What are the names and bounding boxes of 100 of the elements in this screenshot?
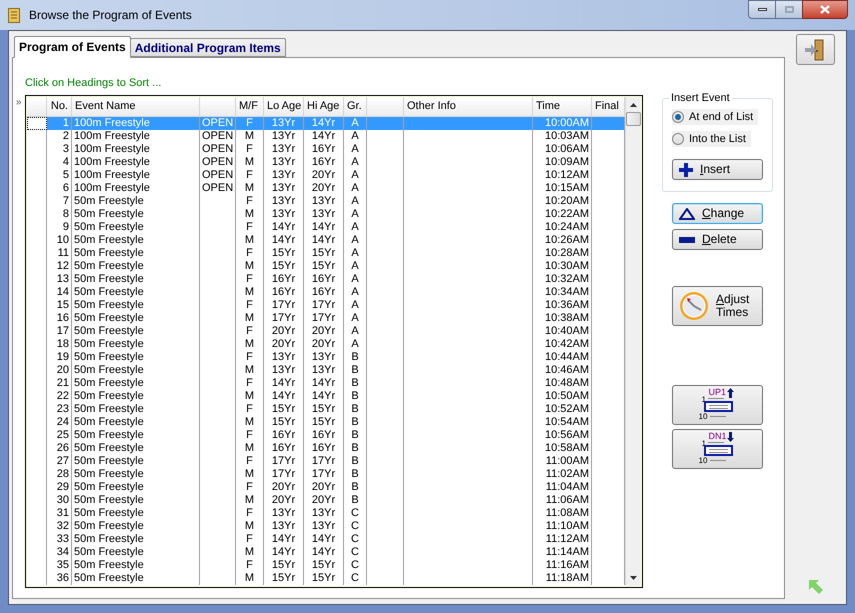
table-row[interactable]: 23 50m Freestyle F 15Yr 15Yr B 10:52AM xyxy=(27,403,625,416)
minus-icon xyxy=(679,236,695,242)
column-header[interactable]: Event Name xyxy=(72,97,200,116)
scroll-down-icon[interactable] xyxy=(630,576,637,580)
table-cell: 17Yr xyxy=(272,468,296,480)
table-cell: 14 xyxy=(56,286,69,298)
table-row[interactable]: 30 50m Freestyle M 20Yr 20Yr B 11:06AM xyxy=(27,494,625,507)
close-button[interactable] xyxy=(802,0,848,19)
table-cell: M xyxy=(244,208,254,220)
table-row[interactable]: 24 50m Freestyle M 15Yr 15Yr B 10:54AM xyxy=(27,416,625,429)
table-row[interactable]: 22 50m Freestyle M 14Yr 14Yr B 10:50AM xyxy=(27,390,625,403)
column-header[interactable]: Lo Age xyxy=(264,97,304,116)
table-cell: B xyxy=(351,455,359,467)
table-row[interactable]: 3 100m Freestyle OPEN F 13Yr 16Yr A 10:06AM xyxy=(27,143,625,156)
table-cell: B xyxy=(351,390,359,402)
column-header[interactable]: Other Info xyxy=(404,97,533,116)
column-header[interactable]: No. xyxy=(47,97,72,116)
radio-option[interactable]: At end of List xyxy=(672,109,758,125)
table-row[interactable]: 20 50m Freestyle M 13Yr 13Yr B 10:46AM xyxy=(27,364,625,377)
table-cell: B xyxy=(351,403,359,415)
table-row[interactable]: 25 50m Freestyle F 16Yr 16Yr B 10:56AM xyxy=(27,429,625,442)
table-cell: A xyxy=(351,247,359,259)
table-row[interactable]: 13 50m Freestyle F 16Yr 16Yr A 10:32AM xyxy=(27,273,625,286)
table-cell: 11:14AM xyxy=(546,546,589,558)
table-cell: 16Yr xyxy=(272,442,296,454)
table-row[interactable]: 32 50m Freestyle M 13Yr 13Yr C 11:10AM xyxy=(27,520,625,533)
scroll-up-icon[interactable] xyxy=(630,103,637,107)
table-cell: 14Yr xyxy=(312,117,336,129)
table-cell: 34 xyxy=(56,546,69,558)
table-row[interactable]: 19 50m Freestyle F 13Yr 13Yr B 10:44AM xyxy=(27,351,625,364)
table-row[interactable]: 14 50m Freestyle M 16Yr 16Yr A 10:34AM xyxy=(27,286,625,299)
column-header[interactable]: Time xyxy=(533,97,592,116)
table-row[interactable]: 35 50m Freestyle F 15Yr 15Yr C 11:16AM xyxy=(27,559,625,572)
adjust-times-button[interactable]: Adjust Times xyxy=(672,286,763,326)
table-row[interactable]: 12 50m Freestyle M 15Yr 15Yr A 10:30AM xyxy=(27,260,625,273)
table-cell: C xyxy=(351,572,359,584)
radio-button[interactable] xyxy=(672,111,684,123)
table-row[interactable]: 28 50m Freestyle M 17Yr 17Yr B 11:02AM xyxy=(27,468,625,481)
table-cell: 7 xyxy=(62,195,69,207)
exit-button[interactable] xyxy=(796,34,835,65)
table-cell: 14Yr xyxy=(312,234,336,246)
sort-hint: Click on Headings to Sort ... xyxy=(25,77,162,90)
maximize-button[interactable] xyxy=(776,0,802,19)
table-cell: 15Yr xyxy=(272,260,296,272)
column-header[interactable]: Gr. xyxy=(344,97,367,116)
table-cell: M xyxy=(244,156,254,168)
radio-option[interactable]: Into the List xyxy=(672,131,751,147)
table-cell: 10:56AM xyxy=(544,429,589,441)
table-cell: 28 xyxy=(56,468,69,480)
table-cell: 17Yr xyxy=(312,455,336,467)
tab[interactable]: Additional Program Items xyxy=(130,38,286,57)
table-cell: 100m Freestyle xyxy=(74,182,150,194)
table-row[interactable]: 8 50m Freestyle M 13Yr 13Yr A 10:22AM xyxy=(27,208,625,221)
tab[interactable]: Program of Events xyxy=(14,36,131,58)
table-cell: 15Yr xyxy=(272,416,296,428)
table-row[interactable]: 17 50m Freestyle F 20Yr 20Yr A 10:40AM xyxy=(27,325,625,338)
table-row[interactable]: 26 50m Freestyle M 16Yr 16Yr B 10:58AM xyxy=(27,442,625,455)
table-row[interactable]: 16 50m Freestyle M 17Yr 17Yr A 10:38AM xyxy=(27,312,625,325)
table-cell: 36 xyxy=(56,572,69,584)
insert-button[interactable]: Insert xyxy=(672,159,763,180)
table-row[interactable]: 9 50m Freestyle F 14Yr 14Yr A 10:24AM xyxy=(27,221,625,234)
table-row[interactable]: 31 50m Freestyle F 13Yr 13Yr C 11:08AM xyxy=(27,507,625,520)
table-row[interactable]: 6 100m Freestyle OPEN M 13Yr 20Yr A 10:15AM xyxy=(27,182,625,195)
table-row[interactable]: 18 50m Freestyle M 20Yr 20Yr A 10:42AM xyxy=(27,338,625,351)
table-cell: 13Yr xyxy=(272,143,296,155)
radio-button[interactable] xyxy=(672,133,684,145)
table-row[interactable]: 29 50m Freestyle F 20Yr 20Yr B 11:04AM xyxy=(27,481,625,494)
table-row[interactable]: 4 100m Freestyle OPEN M 13Yr 16Yr A 10:09AM xyxy=(27,156,625,169)
table-row[interactable]: 10 50m Freestyle M 14Yr 14Yr A 10:26AM xyxy=(27,234,625,247)
column-header[interactable]: M/F xyxy=(236,97,264,116)
table-row[interactable]: 11 50m Freestyle F 15Yr 15Yr A 10:28AM xyxy=(27,247,625,260)
table-row[interactable]: 27 50m Freestyle F 17Yr 17Yr B 11:00AM xyxy=(27,455,625,468)
table-row[interactable]: 5 100m Freestyle OPEN F 13Yr 20Yr A 10:12AM xyxy=(27,169,625,182)
table-cell: 20 xyxy=(56,364,69,376)
delete-button[interactable]: Delete xyxy=(672,229,763,250)
table-cell: 14Yr xyxy=(272,546,296,558)
table-cell: B xyxy=(351,416,359,428)
scrollbar[interactable] xyxy=(625,97,641,586)
table-row[interactable]: 2 100m Freestyle OPEN M 13Yr 14Yr A 10:03AM xyxy=(27,130,625,143)
table-row[interactable]: 34 50m Freestyle M 14Yr 14Yr C 11:14AM xyxy=(27,546,625,559)
table-cell: B xyxy=(351,377,359,389)
table-cell: B xyxy=(351,468,359,480)
table-cell: 13Yr xyxy=(272,130,296,142)
table-cell: 14Yr xyxy=(312,221,336,233)
table-row[interactable]: 36 50m Freestyle M 15Yr 15Yr C 11:18AM xyxy=(27,572,625,585)
table-cell: 17 xyxy=(56,325,69,337)
table-cell: 11:04AM xyxy=(546,481,589,493)
table-row[interactable]: 7 50m Freestyle F 13Yr 13Yr A 10:20AM xyxy=(27,195,625,208)
column-header[interactable]: Hi Age xyxy=(304,97,344,116)
table-row[interactable]: 21 50m Freestyle F 14Yr 14Yr B 10:48AM xyxy=(27,377,625,390)
table-row[interactable]: 15 50m Freestyle F 17Yr 17Yr A 10:36AM xyxy=(27,299,625,312)
table-cell: 25 xyxy=(56,429,69,441)
table-row[interactable]: 33 50m Freestyle F 14Yr 14Yr C 11:12AM xyxy=(27,533,625,546)
minimize-button[interactable] xyxy=(748,0,776,19)
change-button[interactable]: Change xyxy=(672,203,763,224)
scroll-thumb[interactable] xyxy=(626,112,641,126)
table-cell: A xyxy=(351,312,359,324)
table-cell: 100m Freestyle xyxy=(74,117,150,129)
table-cell: 31 xyxy=(56,507,69,519)
table-cell: 10:09AM xyxy=(544,156,589,168)
